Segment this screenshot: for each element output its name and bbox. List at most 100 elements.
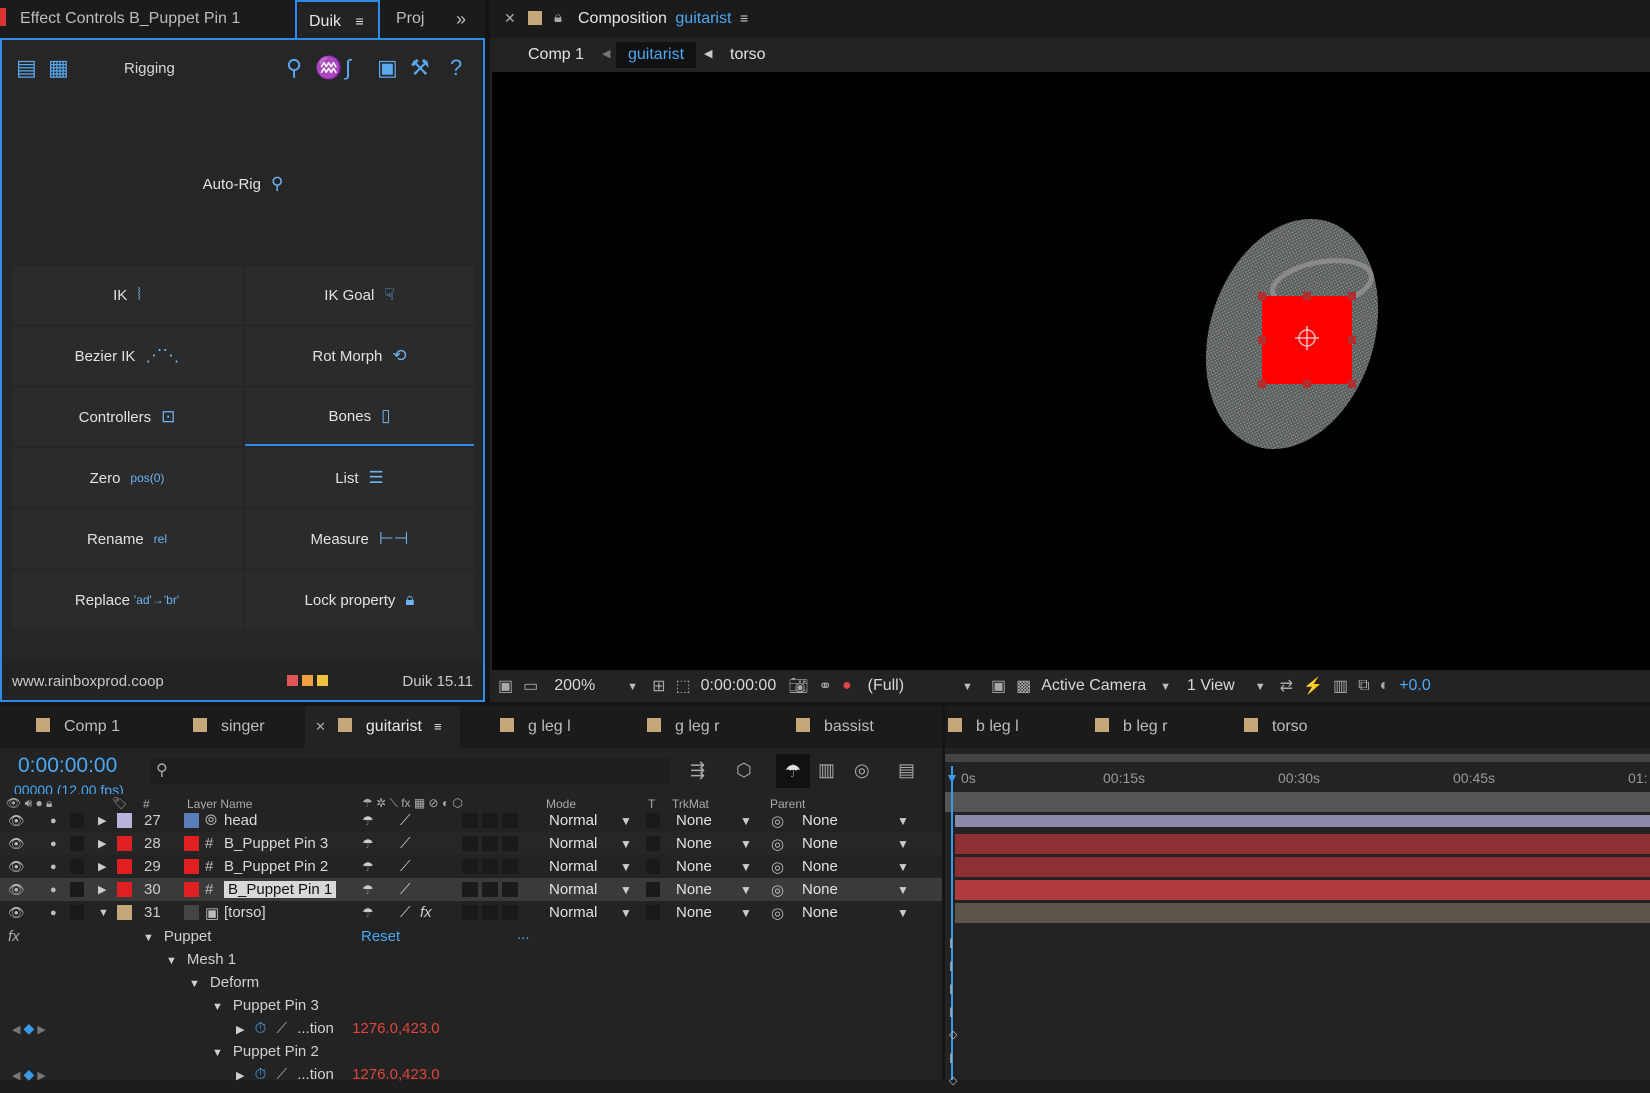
puppet-pin-2-group[interactable]: ▼ Puppet Pin 2 — [212, 1043, 319, 1060]
frame-blending-icon[interactable]: ▥ — [818, 760, 835, 781]
chevron-down-icon[interactable]: ▼ — [740, 860, 752, 874]
preserve-transparency-toggle[interactable] — [646, 859, 660, 874]
trkmat-select[interactable]: None — [676, 881, 712, 898]
help-icon[interactable]: ? — [450, 56, 462, 80]
bones-button[interactable]: Bones ▯ — [245, 388, 474, 446]
layer-name[interactable]: B_Puppet Pin 2 — [224, 858, 328, 875]
puppet-effect[interactable]: ▼ Puppet — [143, 928, 211, 945]
graph-editor-icon[interactable]: ▤ — [898, 760, 915, 781]
switch-box[interactable] — [482, 813, 498, 828]
layer-row[interactable]: 👁︎ ● ▶ 30 # B_Puppet Pin 1 ☂ ⟋ Normal ▼ … — [0, 878, 945, 901]
switch-box[interactable] — [462, 882, 478, 897]
quality-switch-icon[interactable]: ⟋ — [400, 881, 411, 898]
region-of-interest-icon[interactable]: ▣ — [991, 676, 1006, 696]
twirl-down-icon[interactable]: ▼ — [212, 1001, 223, 1013]
panel-menu-icon[interactable]: ≡ — [355, 13, 363, 29]
panel-divider[interactable] — [485, 0, 490, 702]
tab-effect-controls[interactable]: Effect Controls B_Puppet Pin 1 — [20, 0, 240, 38]
chevron-down-icon[interactable]: ▼ — [620, 906, 632, 920]
label-color[interactable] — [117, 905, 132, 920]
rot-morph-button[interactable]: Rot Morph ⟲ — [245, 327, 474, 385]
graph-icon[interactable]: ⟋ — [277, 1066, 288, 1083]
tab-guitarist[interactable]: ✕ guitarist ≡ — [305, 706, 460, 748]
visibility-eye-icon[interactable]: 👁︎ — [8, 813, 25, 829]
layer-row[interactable]: 👁︎ ● ▶ 29 # B_Puppet Pin 2 ☂ ⟋ Normal ▼ … — [0, 855, 945, 878]
blend-mode-select[interactable]: Normal — [549, 858, 597, 875]
parent-select[interactable]: None — [802, 904, 838, 921]
label-color[interactable] — [117, 813, 132, 828]
reset-exposure-icon[interactable]: ◐ — [1380, 677, 1390, 695]
shy-switch-icon[interactable]: ☂ — [362, 859, 374, 875]
quality-switch-icon[interactable]: ⟋ — [400, 858, 411, 875]
snapshot-icon[interactable]: 📷︎ — [788, 676, 808, 696]
chevron-down-icon[interactable]: ▼ — [897, 814, 909, 828]
composition-viewer[interactable] — [492, 72, 1650, 670]
controllers-button[interactable]: Controllers ⊡ — [12, 388, 242, 446]
timeline-icon[interactable]: ▥ — [1333, 676, 1348, 696]
flowchart-icon[interactable]: ⧉ — [1358, 677, 1369, 695]
chevron-down-icon[interactable]: ▼ — [897, 860, 909, 874]
layer-row[interactable]: 👁︎ ● ▶ 28 # B_Puppet Pin 3 ☂ ⟋ Normal ▼ … — [0, 832, 945, 855]
draft-3d-icon[interactable]: ⬡ — [736, 760, 752, 781]
twirl-icon[interactable]: ▶ — [98, 814, 106, 827]
overflow-chevron-icon[interactable]: » — [456, 0, 466, 38]
motion-blur-icon[interactable]: ◎ — [854, 760, 870, 781]
chevron-down-icon[interactable]: ▼ — [620, 860, 632, 874]
switch-box[interactable] — [502, 882, 518, 897]
solo-dot-icon[interactable]: ● — [50, 884, 57, 896]
chevron-down-icon[interactable]: ▼ — [620, 837, 632, 851]
visibility-eye-icon[interactable]: 👁︎ — [8, 859, 25, 875]
lock-property-button[interactable]: Lock property 🔒︎ — [245, 571, 474, 629]
camera-icon[interactable]: ▣ — [377, 56, 398, 80]
parent-select[interactable]: None — [802, 812, 838, 829]
chevron-down-icon[interactable]: ▼ — [740, 837, 752, 851]
chevron-down-icon[interactable]: ▼ — [740, 906, 752, 920]
layer-name[interactable]: B_Puppet Pin 3 — [224, 835, 328, 852]
parent-select[interactable]: None — [802, 858, 838, 875]
blend-mode-select[interactable]: Normal — [549, 835, 597, 852]
twirl-right-icon[interactable]: ▶ — [236, 1024, 244, 1036]
deform-group[interactable]: ▼ Deform — [189, 974, 259, 991]
ik-button[interactable]: IK ⦚ — [12, 266, 242, 324]
label-color[interactable] — [117, 859, 132, 874]
tab-torso[interactable]: torso — [1244, 706, 1308, 748]
switch-box[interactable] — [482, 859, 498, 874]
trkmat-select[interactable]: None — [676, 904, 712, 921]
twirl-down-icon[interactable]: ▼ — [166, 955, 177, 967]
panel-menu-icon[interactable]: ≡ — [434, 719, 442, 734]
shy-switch-icon[interactable]: ☂ — [362, 836, 374, 852]
trkmat-select[interactable]: None — [676, 835, 712, 852]
visibility-eye-icon[interactable]: 👁︎ — [8, 905, 25, 921]
curve-icon[interactable]: ∫ — [345, 56, 351, 80]
options-link[interactable]: ... — [517, 926, 530, 943]
reset-link[interactable]: Reset — [361, 928, 400, 945]
switch-box[interactable] — [482, 905, 498, 920]
parent-select[interactable]: None — [802, 835, 838, 852]
bezier-ik-button[interactable]: Bezier IK ⋰⋱ — [12, 327, 242, 385]
ik-goal-button[interactable]: IK Goal ☟ — [245, 266, 474, 324]
replace-button[interactable]: Replace'ad'→'br' — [12, 571, 242, 629]
layer-name[interactable]: B_Puppet Pin 1 — [224, 881, 337, 898]
layer-row[interactable]: 👁︎ ● ▼ 31 ▣ [torso] ☂ ⟋ fx Normal ▼ None… — [0, 901, 945, 924]
pick-whip-icon[interactable]: ◎ — [771, 858, 784, 876]
list-view-icon[interactable]: ▤ — [16, 56, 37, 80]
fast-previews-icon[interactable]: ⚡ — [1303, 676, 1323, 696]
zero-button[interactable]: Zero pos(0) — [12, 449, 242, 507]
tools-icon[interactable]: ⚒ — [410, 56, 430, 80]
tab-b-leg-r[interactable]: b leg r — [1095, 706, 1167, 748]
twirl-right-icon[interactable]: ▶ — [236, 1070, 244, 1082]
lock-icon[interactable]: 🔒︎ — [554, 9, 562, 26]
view-layout-select[interactable]: 1 View ▼ — [1187, 677, 1266, 695]
tab-duik[interactable]: Duik ≡ — [295, 0, 380, 38]
viewer-timecode[interactable]: 0:00:00:00 — [701, 677, 777, 695]
switch-box[interactable] — [502, 813, 518, 828]
preserve-transparency-toggle[interactable] — [646, 905, 660, 920]
effects-switch-icon[interactable]: fx — [420, 904, 432, 921]
timebar-torso[interactable] — [955, 903, 1650, 923]
switch-box[interactable] — [462, 859, 478, 874]
quality-switch-icon[interactable]: ⟋ — [400, 835, 411, 852]
animation-icon[interactable]: ♒ — [315, 56, 342, 80]
twirl-icon[interactable]: ▶ — [98, 883, 106, 896]
list-button[interactable]: List ☰ — [245, 449, 474, 507]
timebar-pin2[interactable] — [955, 857, 1650, 877]
